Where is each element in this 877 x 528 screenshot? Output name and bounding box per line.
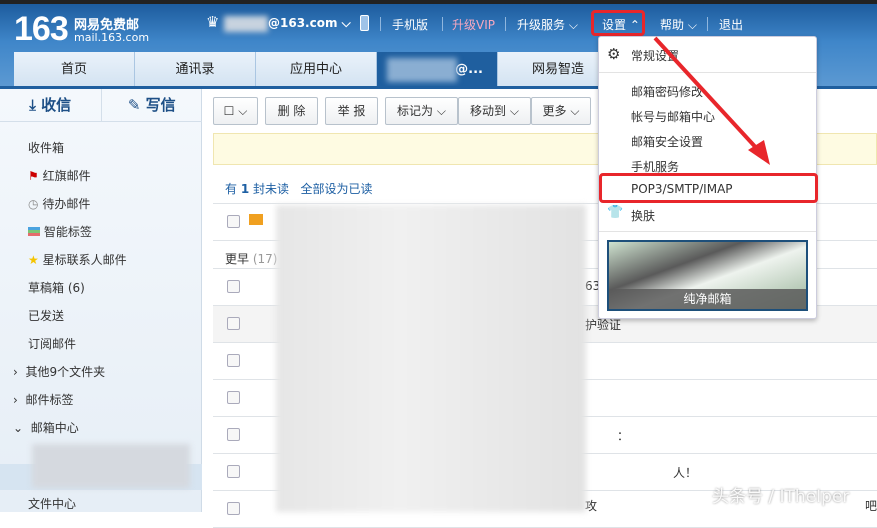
red-arrow-annotation: [653, 36, 770, 165]
watermark: 头条号 / ITheIper: [712, 487, 850, 507]
